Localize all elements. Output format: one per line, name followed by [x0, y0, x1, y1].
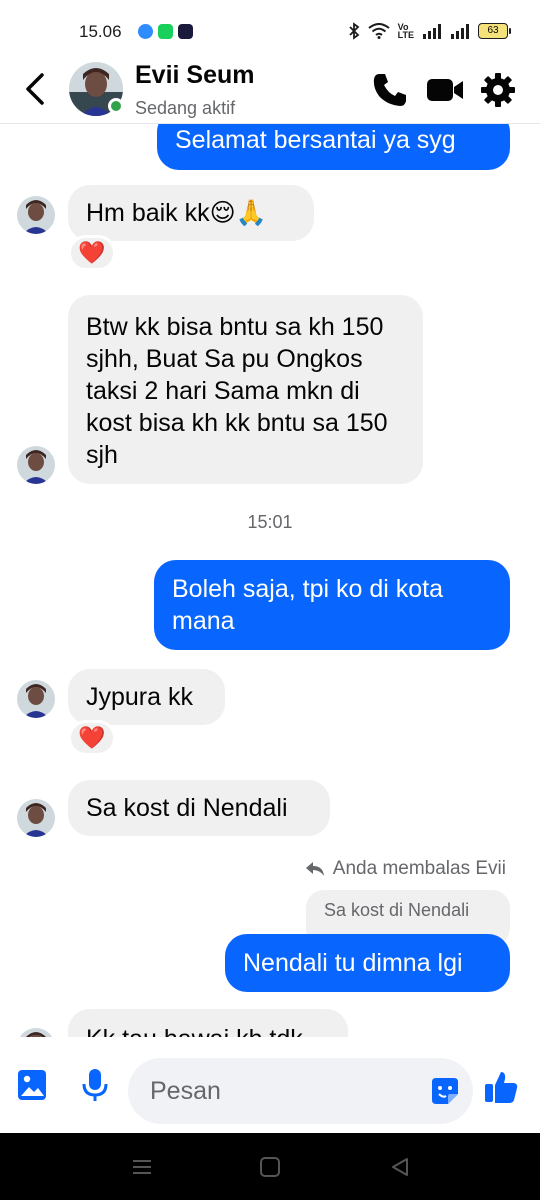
incoming-message[interactable]: Sa kost di Nendali: [68, 780, 330, 836]
heart-reaction[interactable]: ❤️: [68, 720, 116, 756]
outgoing-message[interactable]: Selamat bersantai ya syg: [157, 124, 510, 170]
avatar-photo: [17, 680, 55, 718]
time-separator: 15:01: [247, 512, 293, 532]
status-bar: 15.06 Vo LTE 63: [0, 0, 540, 56]
home-icon[interactable]: [258, 1155, 282, 1179]
conversation-header: Evii Seum Sedang aktif: [0, 56, 540, 124]
outgoing-message[interactable]: Boleh saja, tpi ko di kota mana: [154, 560, 510, 650]
sender-avatar[interactable]: [17, 680, 55, 718]
heart-reaction[interactable]: ❤️: [68, 235, 116, 271]
incoming-message[interactable]: Hm baik kk😌🙏: [68, 185, 314, 241]
thumbs-up-icon[interactable]: [484, 1069, 518, 1105]
notification-icons: [138, 24, 193, 39]
message-list[interactable]: Selamat bersantai ya syg Hm baik kk😌🙏 ❤️…: [0, 124, 540, 1037]
signal-icon: [451, 24, 469, 39]
message-input[interactable]: [128, 1058, 473, 1124]
sender-avatar[interactable]: [17, 196, 55, 234]
gear-icon[interactable]: [478, 70, 518, 110]
recents-icon[interactable]: [130, 1155, 154, 1179]
status-time: 15.06: [79, 22, 122, 41]
sender-avatar[interactable]: [17, 446, 55, 484]
incoming-message[interactable]: Kk tau hawai kh tdk: [68, 1009, 348, 1037]
status-indicators: Vo LTE 63: [348, 22, 511, 40]
sender-avatar[interactable]: [17, 1028, 55, 1037]
app-notification-icon: [158, 24, 173, 39]
contact-status: Sedang aktif: [135, 98, 236, 118]
avatar-photo: [17, 1028, 55, 1037]
avatar-photo: [17, 196, 55, 234]
volte-indicator: Vo LTE: [397, 22, 414, 40]
back-triangle-icon[interactable]: [388, 1155, 412, 1179]
online-status-dot: [108, 98, 124, 114]
battery-indicator: 63: [478, 23, 511, 39]
outgoing-message[interactable]: Nendali tu dimna lgi: [225, 934, 510, 992]
reply-note-text: Anda membalas Evii: [332, 858, 506, 879]
wifi-icon: [368, 23, 390, 39]
sender-avatar[interactable]: [17, 799, 55, 837]
incoming-message[interactable]: Jypura kk: [68, 669, 225, 725]
avatar-photo: [17, 799, 55, 837]
bluetooth-icon: [349, 22, 360, 40]
incoming-message[interactable]: Btw kk bisa bntu sa kh 150 sjhh, Buat Sa…: [68, 295, 423, 484]
message-composer: [0, 1037, 540, 1133]
microphone-icon[interactable]: [78, 1067, 112, 1103]
contact-name[interactable]: Evii Seum: [135, 61, 255, 90]
reply-arrow-icon: [305, 862, 324, 876]
signal-icon: [423, 24, 441, 39]
back-arrow-icon[interactable]: [22, 72, 48, 106]
app-notification-icon: [138, 24, 153, 39]
image-icon[interactable]: [16, 1067, 50, 1103]
avatar-photo: [17, 446, 55, 484]
system-navigation-bar: [0, 1133, 540, 1200]
sticker-icon[interactable]: [428, 1074, 462, 1108]
video-call-icon[interactable]: [425, 70, 465, 110]
app-notification-icon: [178, 24, 193, 39]
reply-indicator: Anda membalas Evii: [305, 858, 506, 880]
phone-icon[interactable]: [370, 70, 410, 110]
